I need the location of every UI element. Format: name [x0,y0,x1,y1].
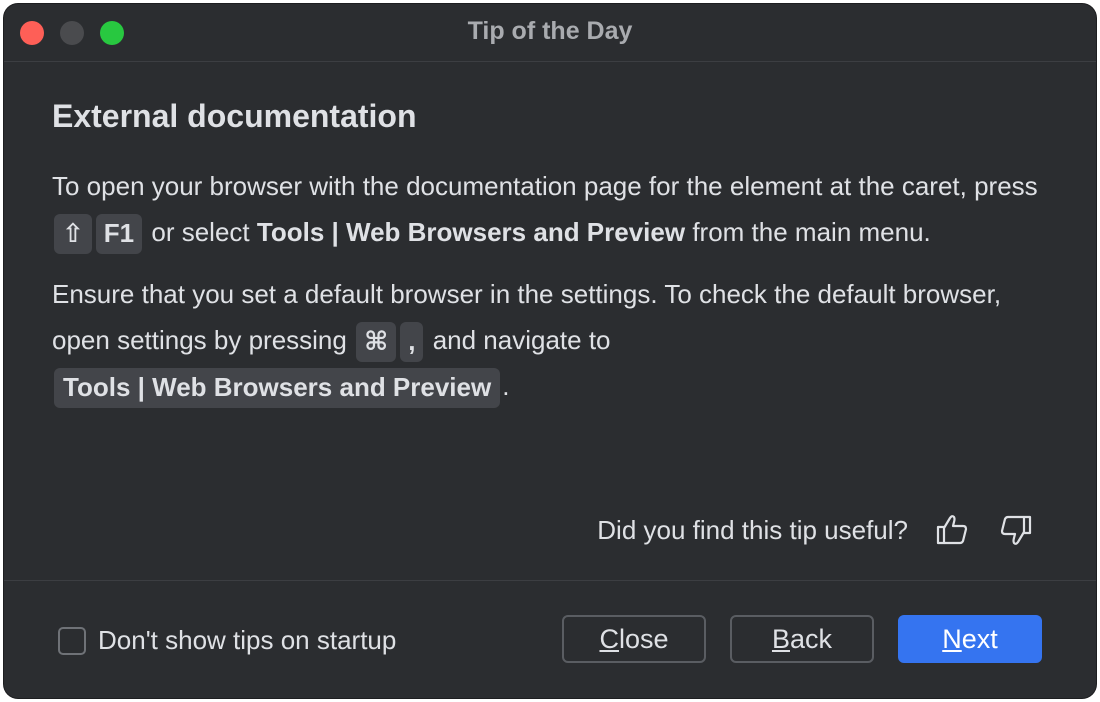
f1-key-badge: F1 [95,214,143,255]
next-label-rest: ext [961,623,998,654]
para1-text-c: from the main menu. [692,217,931,247]
dont-show-tips-label[interactable]: Don't show tips on startup [98,625,396,656]
tip-paragraph-2: Ensure that you set a default browser in… [52,271,1052,409]
tip-content: External documentation To open your brow… [52,98,1052,425]
close-label-rest: lose [618,623,669,654]
dialog-footer: Don't show tips on startup Close Back Ne… [4,580,1096,698]
back-button[interactable]: Back [730,615,874,663]
tip-heading: External documentation [52,98,417,134]
thumbs-down-icon[interactable] [996,510,1036,550]
command-key-badge: ⌘ [356,322,397,363]
feedback-row: Did you find this tip useful? [597,510,1036,550]
para1-text-b: or select [151,217,250,247]
window-title: Tip of the Day [467,17,633,45]
para2-menu-path-badge: Tools | Web Browsers and Preview [54,368,501,409]
dont-show-tips-checkbox[interactable] [58,626,86,655]
dont-show-tips-option[interactable]: Don't show tips on startup [58,625,396,656]
close-button[interactable]: Close [562,615,706,663]
next-mnemonic: N [942,623,962,654]
thumbs-up-icon[interactable] [932,510,972,550]
tip-of-the-day-dialog: Tip of the Day External documentation To… [4,4,1096,698]
tip-paragraph-1: To open your browser with the documentat… [52,163,1052,255]
title-bar: Tip of the Day [4,4,1096,62]
feedback-question: Did you find this tip useful? [597,514,908,545]
para1-menu-path: Tools | Web Browsers and Preview [256,217,686,247]
back-label-rest: ack [789,623,833,654]
shift-key-badge: ⇧ [54,214,92,255]
para1-text-a: To open your browser with the documentat… [52,171,1038,201]
close-mnemonic: C [599,623,619,654]
back-mnemonic: B [771,623,790,654]
para2-text-c: . [502,371,510,401]
para2-text-b: and navigate to [432,325,611,355]
next-button[interactable]: Next [898,615,1042,663]
comma-key-badge: , [400,322,424,363]
